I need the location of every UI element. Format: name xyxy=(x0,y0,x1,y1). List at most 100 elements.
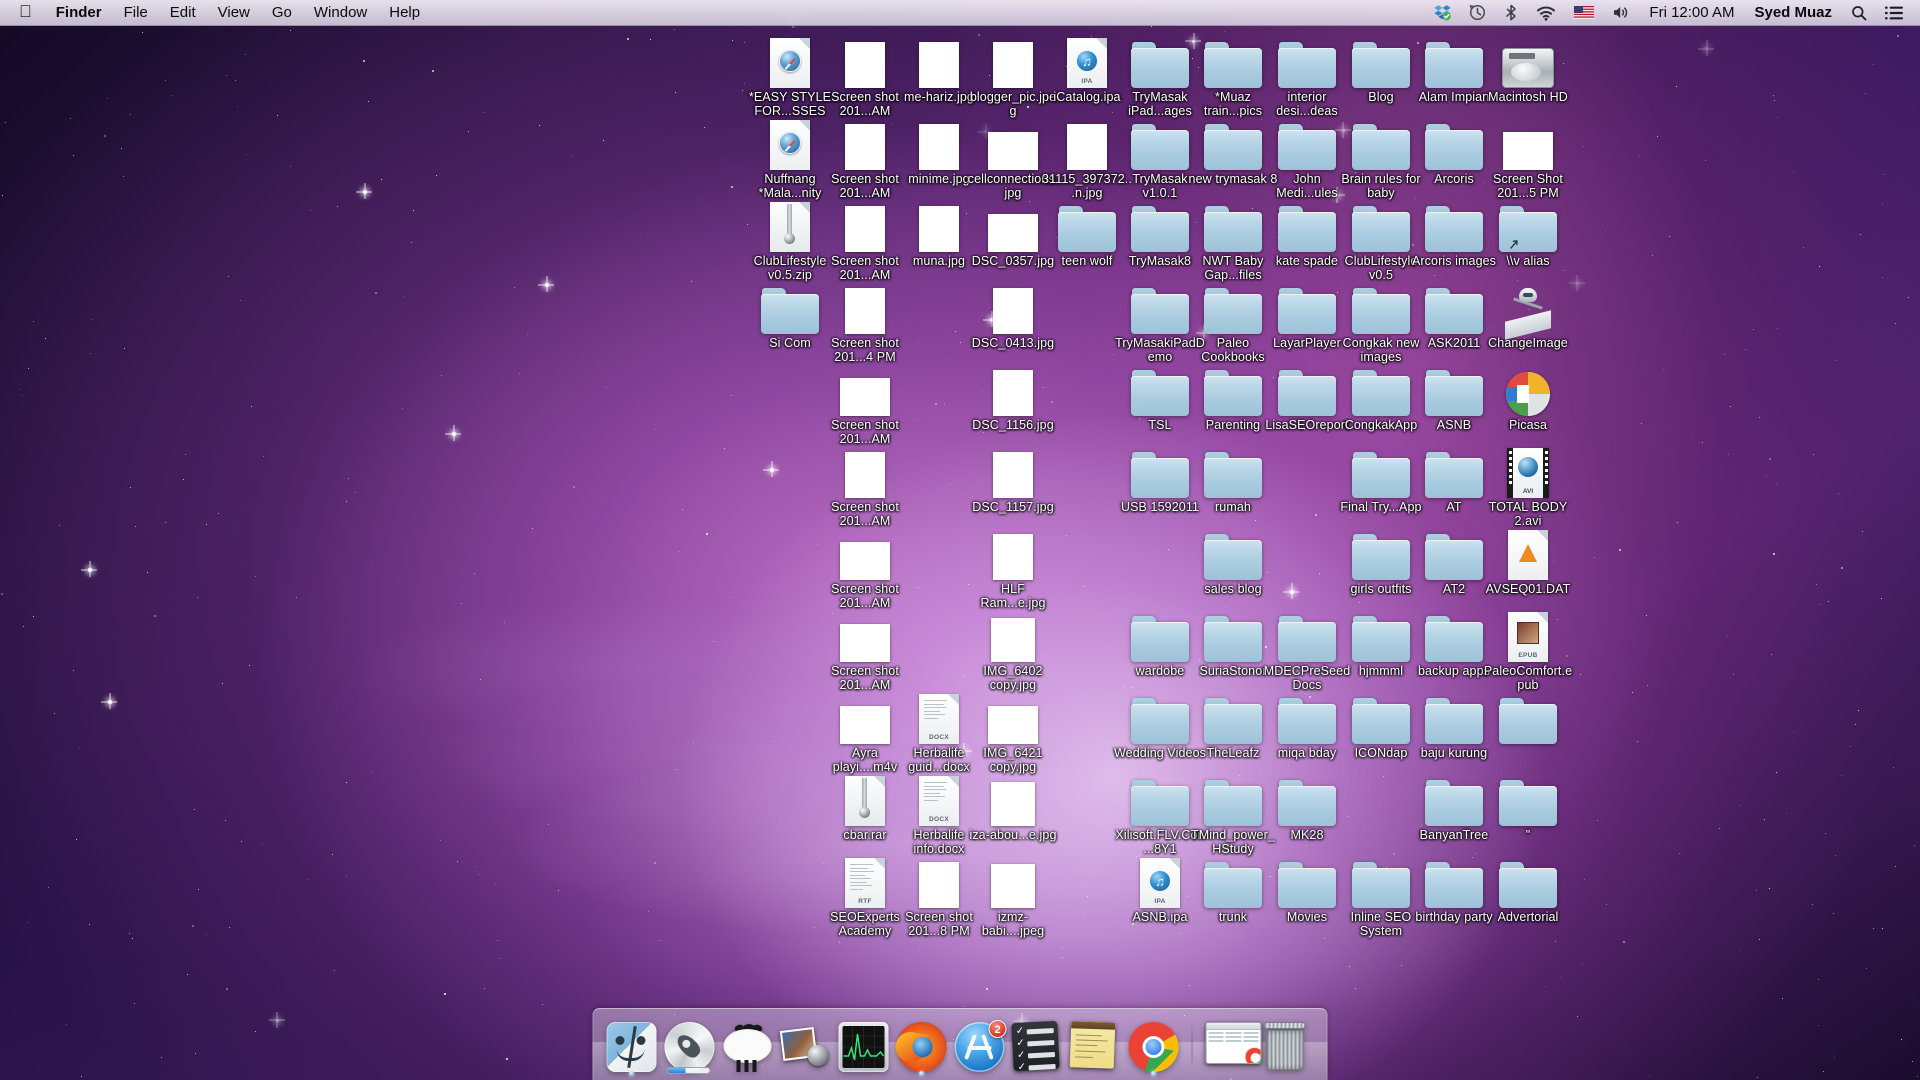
desktop-icon-thumbnail xyxy=(834,764,896,826)
desktop-icon[interactable]: DSC_1157.jpg xyxy=(966,436,1060,515)
dock[interactable]: Finder Launchpad Evernote Sheep xyxy=(593,1008,1328,1080)
input-flag-icon[interactable] xyxy=(1565,2,1603,24)
desktop-icon[interactable]: AVSEQ01.DAT xyxy=(1481,518,1575,597)
desktop-icon[interactable]: " xyxy=(1481,764,1575,843)
menu-item-edit[interactable]: Edit xyxy=(159,2,207,23)
desktop-icon-thumbnail xyxy=(1129,764,1191,826)
desktop-icon[interactable]: Screen Shot 201...5 PM xyxy=(1481,108,1575,200)
zip-archive-icon xyxy=(845,776,885,826)
menu-bar-user-name[interactable]: Syed Muaz xyxy=(1744,4,1842,21)
image-thumbnail xyxy=(993,534,1033,580)
desktop-icon[interactable]: IMG_6402 copy.jpg xyxy=(966,600,1060,692)
desktop-icon[interactable]: EPUBPaleoComfort.epub xyxy=(1481,600,1575,692)
image-thumbnail xyxy=(845,124,885,170)
desktop-icon-label: TSL xyxy=(1148,419,1171,433)
dock-item-trash[interactable]: Trash xyxy=(1263,1014,1315,1072)
image-thumbnail xyxy=(1067,124,1107,170)
desktop-icon[interactable]: MK28 xyxy=(1260,764,1354,843)
dock-item-launchpad[interactable]: Launchpad xyxy=(664,1014,716,1072)
desktop-icon[interactable]: AVITOTAL BODY 2.avi xyxy=(1481,436,1575,528)
dock-item-firefox[interactable]: Firefox xyxy=(896,1014,948,1072)
desktop-icon-label: iza-abou...e.jpg xyxy=(969,829,1056,843)
desktop-icon-label: miqa bday xyxy=(1278,747,1337,761)
desktop-icon-thumbnail xyxy=(1276,108,1338,170)
desktop-icon[interactable]: Advertorial xyxy=(1481,846,1575,925)
wifi-icon[interactable] xyxy=(1527,2,1565,24)
folder-icon xyxy=(1204,370,1262,416)
desktop-icon[interactable]: Screen shot 201...AM xyxy=(818,518,912,610)
desktop-icon[interactable]: \\v alias xyxy=(1481,190,1575,269)
desktop-icon-thumbnail xyxy=(1202,518,1264,580)
folder-icon xyxy=(1131,452,1189,498)
chrome-icon xyxy=(1129,1022,1179,1072)
time-machine-icon[interactable] xyxy=(1460,2,1495,24)
menu-bar-clock[interactable]: Fri 12:00 AM xyxy=(1639,4,1744,21)
folder-icon xyxy=(1352,534,1410,580)
folder-icon xyxy=(1425,698,1483,744)
menu-item-window[interactable]: Window xyxy=(303,2,378,23)
menu-item-file[interactable]: File xyxy=(113,2,159,23)
folder-icon xyxy=(1131,42,1189,88)
desktop-icon[interactable]: HLF Ram...e.jpg xyxy=(966,518,1060,610)
desktop-icon[interactable]: Screen shot 201...AM xyxy=(818,600,912,692)
dock-item-activity-monitor[interactable]: Activity Monitor xyxy=(838,1014,890,1072)
desktop-icon[interactable]: IMG_6421 copy.jpg xyxy=(966,682,1060,774)
desktop-icon[interactable]: Screen shot 201...4 PM xyxy=(818,272,912,364)
dock-item-finder[interactable]: Finder xyxy=(606,1014,658,1072)
dock-minimized-window[interactable]: Chrome Window xyxy=(1205,1014,1257,1072)
folder-icon xyxy=(1352,616,1410,662)
desktop-icon[interactable]: Screen shot 201...AM xyxy=(818,436,912,528)
desktop-icon-thumbnail xyxy=(834,682,896,744)
desktop-icon-label: teen wolf xyxy=(1062,255,1113,269)
dock-item-sheep[interactable]: Evernote Sheep xyxy=(722,1014,774,1072)
menu-item-go[interactable]: Go xyxy=(261,2,303,23)
desktop-icon[interactable]: sales blog xyxy=(1186,518,1280,597)
desktop-icon-label: hjmmml xyxy=(1359,665,1403,679)
menu-bar[interactable]:  Finder File Edit View Go Window Help xyxy=(0,0,1920,26)
folder-icon xyxy=(1131,206,1189,252)
bluetooth-icon[interactable] xyxy=(1495,2,1527,24)
image-thumbnail xyxy=(993,452,1033,498)
folder-icon xyxy=(1278,616,1336,662)
dock-item-stickies[interactable]: Stickies xyxy=(1070,1014,1122,1072)
folder-icon xyxy=(1278,780,1336,826)
dropbox-icon[interactable] xyxy=(1425,2,1460,24)
desktop-icon-label: backup apps xyxy=(1418,665,1490,679)
image-thumbnail xyxy=(840,378,890,416)
desktop-icon-thumbnail xyxy=(1276,354,1338,416)
desktop-icon[interactable]: ChangeImage xyxy=(1481,272,1575,351)
apple-menu-icon[interactable]:  xyxy=(8,3,45,20)
desktop-icon-thumbnail xyxy=(1276,764,1338,826)
search-icon[interactable] xyxy=(1842,2,1876,24)
desktop-icon-label: LayarPlayer xyxy=(1273,337,1341,351)
folder-icon xyxy=(1131,616,1189,662)
menu-item-finder[interactable]: Finder xyxy=(45,2,113,23)
ipa-file-icon: ♫IPA xyxy=(1140,858,1180,908)
folder-alias-icon xyxy=(1499,206,1557,252)
stickies-icon xyxy=(1071,1022,1121,1072)
desktop-icon-thumbnail xyxy=(1350,354,1412,416)
dock-item-chrome[interactable]: Google Chrome xyxy=(1128,1014,1180,1072)
image-thumbnail xyxy=(919,206,959,252)
menu-item-view[interactable]: View xyxy=(207,2,261,23)
volume-icon[interactable] xyxy=(1603,2,1639,24)
dock-item-app-store[interactable]: 2 App Store xyxy=(954,1014,1006,1072)
desktop-icon-thumbnail xyxy=(1497,26,1559,88)
desktop-icon[interactable] xyxy=(1481,682,1575,747)
desktop-icon[interactable]: rumah xyxy=(1186,436,1280,515)
desktop-icon[interactable]: Picasa xyxy=(1481,354,1575,433)
dock-item-things[interactable]: ✓ ✓ ✓ ✓ Things xyxy=(1012,1014,1064,1072)
desktop-icon[interactable]: Macintosh HD xyxy=(1481,26,1575,105)
desktop-icon[interactable]: Screen shot 201...AM xyxy=(818,354,912,446)
desktop-icon[interactable]: izmz-babi....jpeg xyxy=(966,846,1060,938)
notification-center-icon[interactable] xyxy=(1876,2,1912,24)
folder-icon xyxy=(1352,42,1410,88)
desktop-icon-thumbnail xyxy=(1202,764,1264,826)
menu-item-help[interactable]: Help xyxy=(378,2,431,23)
desktop-icon[interactable]: iza-abou...e.jpg xyxy=(966,764,1060,843)
desktop-icon-thumbnail xyxy=(1497,682,1559,744)
desktop-icon[interactable]: DSC_0413.jpg xyxy=(966,272,1060,351)
dock-item-iphoto[interactable]: iPhoto xyxy=(780,1014,832,1072)
desktop-icon-thumbnail xyxy=(1423,600,1485,662)
desktop-icon[interactable]: DSC_1156.jpg xyxy=(966,354,1060,433)
